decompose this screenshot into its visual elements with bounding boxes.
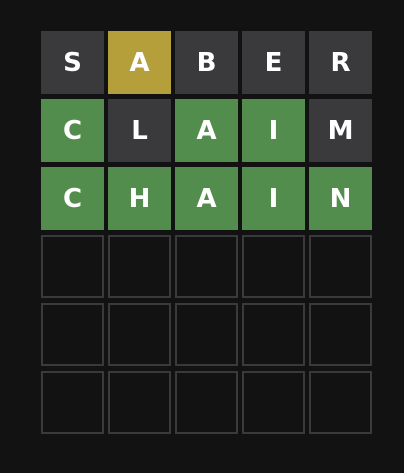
- game-board: S A B E R C L A I M C H A I N: [41, 31, 372, 434]
- tile-correct: C: [41, 167, 104, 230]
- tile-correct: I: [242, 99, 305, 162]
- tile-correct: A: [175, 99, 238, 162]
- tile-absent: S: [41, 31, 104, 94]
- empty-tile: [242, 371, 305, 434]
- empty-tile: [242, 235, 305, 298]
- empty-tile: [108, 303, 171, 366]
- empty-tile: [41, 235, 104, 298]
- empty-tile: [175, 303, 238, 366]
- tile-absent: M: [309, 99, 372, 162]
- empty-tile: [309, 303, 372, 366]
- empty-tile: [108, 371, 171, 434]
- tile-correct: N: [309, 167, 372, 230]
- tile-correct: C: [41, 99, 104, 162]
- tile-absent: E: [242, 31, 305, 94]
- empty-tile: [108, 235, 171, 298]
- tile-absent: B: [175, 31, 238, 94]
- empty-tile: [175, 371, 238, 434]
- tile-absent: R: [309, 31, 372, 94]
- empty-tile: [309, 371, 372, 434]
- tile-correct: H: [108, 167, 171, 230]
- empty-tile: [242, 303, 305, 366]
- tile-correct: I: [242, 167, 305, 230]
- empty-tile: [175, 235, 238, 298]
- tile-correct: A: [175, 167, 238, 230]
- tile-absent: L: [108, 99, 171, 162]
- empty-tile: [41, 371, 104, 434]
- empty-tile: [309, 235, 372, 298]
- tile-present: A: [108, 31, 171, 94]
- empty-tile: [41, 303, 104, 366]
